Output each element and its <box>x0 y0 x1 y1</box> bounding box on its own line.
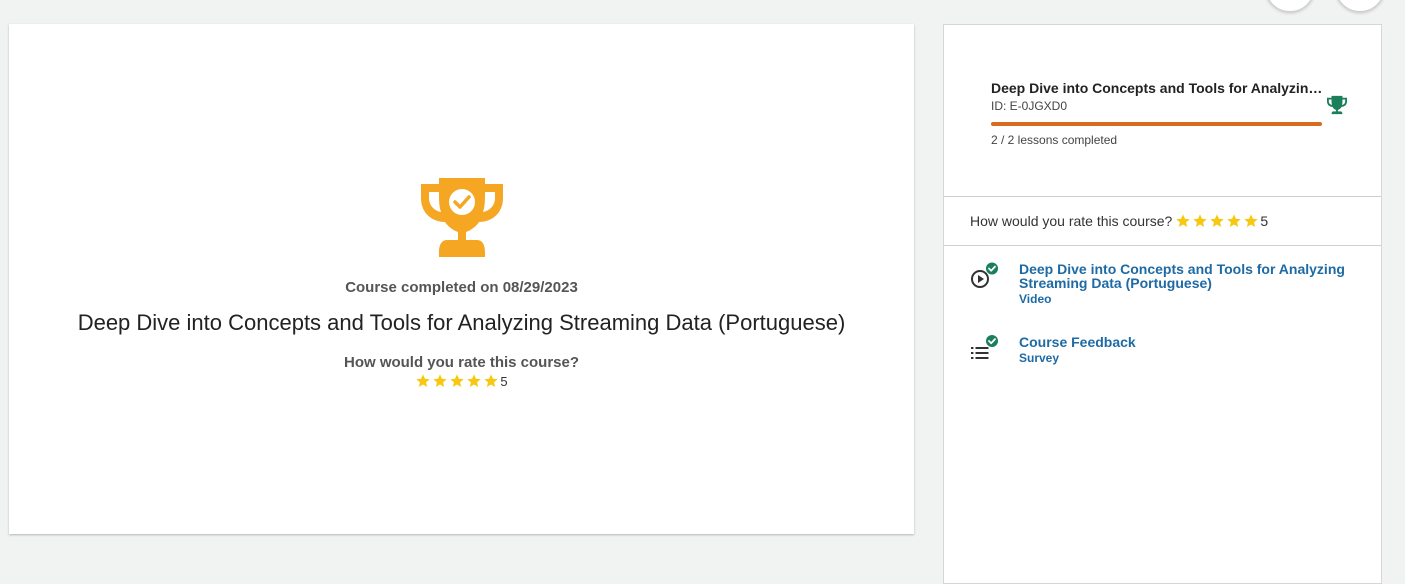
lesson-item-video[interactable]: Deep Dive into Concepts and Tools for An… <box>970 262 1370 307</box>
course-completion-card: Course completed on 08/29/2023 Deep Dive… <box>9 24 914 534</box>
rating-question: How would you rate this course? <box>343 354 580 371</box>
course-sidebar: Deep Dive into Concepts and Tools for An… <box>943 24 1382 584</box>
progress-fill <box>991 122 1322 126</box>
course-id: ID: E-0JGXD0 <box>991 99 1068 113</box>
sidebar-rating-stars[interactable]: 5 <box>1175 213 1268 229</box>
lesson-title[interactable]: Deep Dive into Concepts and Tools for An… <box>1019 262 1359 290</box>
lesson-title[interactable]: Course Feedback <box>1019 335 1359 349</box>
lesson-item-survey[interactable]: Course Feedback Survey <box>970 335 1370 365</box>
sidebar-rating-value: 5 <box>1260 213 1269 229</box>
lessons-completed-text: 2 / 2 lessons completed <box>991 133 1118 147</box>
star-icon[interactable] <box>1243 213 1259 229</box>
lesson-type: Video <box>1019 292 1052 306</box>
top-action-button-2[interactable] <box>1335 0 1385 12</box>
course-title: Deep Dive into Concepts and Tools for An… <box>77 310 846 335</box>
lesson-type: Survey <box>1019 351 1060 365</box>
star-icon[interactable] <box>1209 213 1225 229</box>
rating-stars[interactable]: 5 <box>9 373 914 389</box>
star-icon[interactable] <box>432 373 448 389</box>
play-circle-icon <box>971 262 998 288</box>
list-icon <box>971 335 998 359</box>
star-icon[interactable] <box>1192 213 1208 229</box>
sidebar-rating-question: How would you rate this course? <box>970 213 1173 229</box>
sidebar-rating: How would you rate this course? 5 <box>970 213 1268 229</box>
star-icon[interactable] <box>466 373 482 389</box>
star-icon[interactable] <box>1175 213 1191 229</box>
star-icon[interactable] <box>1226 213 1242 229</box>
trophy-check-icon <box>421 178 503 257</box>
course-progress-bar <box>991 122 1322 126</box>
rating-value: 5 <box>500 373 508 389</box>
completed-date-text: Course completed on 08/29/2023 <box>345 279 578 296</box>
star-icon[interactable] <box>483 373 499 389</box>
sidebar-course-title: Deep Dive into Concepts and Tools for An… <box>991 80 1326 96</box>
star-icon[interactable] <box>415 373 431 389</box>
divider <box>944 196 1381 197</box>
top-action-button-1[interactable] <box>1265 0 1315 12</box>
divider <box>944 245 1381 246</box>
trophy-icon <box>1327 95 1347 115</box>
star-icon[interactable] <box>449 373 465 389</box>
